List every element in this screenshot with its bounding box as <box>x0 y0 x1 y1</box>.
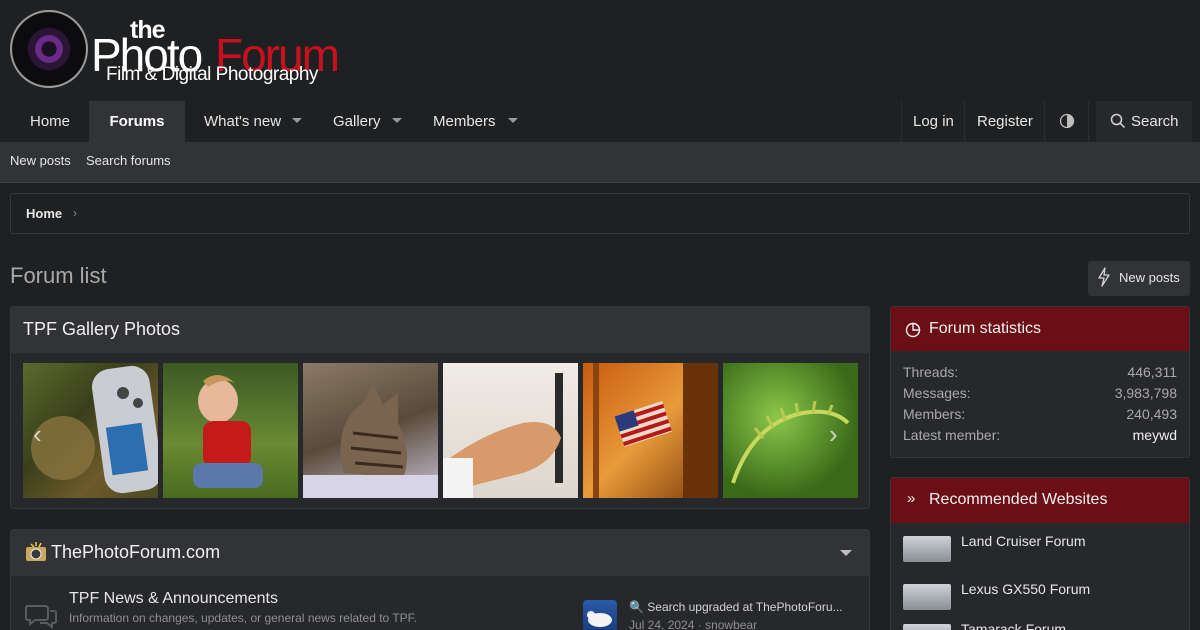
stat-row-threads: Threads: 446,311 <box>903 364 1177 380</box>
node-title[interactable]: TPF News & Announcements <box>69 590 278 608</box>
recommended-websites-block: » Recommended Websites Land Cruiser Foru… <box>890 477 1190 630</box>
stat-value: 240,493 <box>1126 406 1177 422</box>
gallery-block: TPF Gallery Photos ‹ › <box>10 306 870 509</box>
stat-row-messages: Messages: 3,983,798 <box>903 385 1177 401</box>
stat-row-latest-member: Latest member: meywd <box>903 427 1177 443</box>
page-title: Forum list <box>10 263 107 288</box>
gallery-title[interactable]: TPF Gallery Photos <box>11 307 869 353</box>
gallery-thumb-flag[interactable] <box>583 363 718 498</box>
baby-photo <box>193 374 263 488</box>
search-icon <box>1110 113 1126 129</box>
forum-statistics-header: Forum statistics <box>891 307 1189 351</box>
nav-divider <box>1088 101 1089 142</box>
category-block: ThePhotoForum.com TPF News & Announcemen… <box>10 529 870 630</box>
recommended-link-lexus[interactable]: Lexus GX550 Forum <box>961 581 1090 597</box>
new-posts-button-label: New posts <box>1119 270 1180 285</box>
stat-label: Members: <box>903 406 966 422</box>
pie-chart-icon <box>905 322 921 338</box>
camera-icon <box>26 542 46 561</box>
sub-nav-new-posts[interactable]: New posts <box>10 142 71 180</box>
site-header: the Photo Forum Film & Digital Photograp… <box>0 0 1200 101</box>
nav-tab-home[interactable]: Home <box>30 101 70 142</box>
category-header[interactable]: ThePhotoForum.com <box>11 530 869 576</box>
pen-photo <box>443 373 563 498</box>
latest-user[interactable]: snowbear <box>705 618 757 630</box>
search-label: Search <box>1131 113 1179 130</box>
nav-tab-whats-new[interactable]: What's new <box>204 101 281 142</box>
node-description: Information on changes, updates, or gene… <box>69 611 417 625</box>
gallery-next-arrow-icon[interactable]: › <box>829 419 838 450</box>
nav-divider <box>901 101 902 142</box>
login-link[interactable]: Log in <box>913 101 954 142</box>
recommended-websites-header: » Recommended Websites <box>891 478 1189 523</box>
breadcrumb-home[interactable]: Home <box>26 206 62 221</box>
forum-chat-bubbles-icon <box>25 605 57 630</box>
logo-subtitle: Film & Digital Photography <box>106 64 318 85</box>
lightning-bolt-icon <box>1098 267 1110 287</box>
collapse-chevron-down-icon[interactable] <box>840 550 852 556</box>
category-title: ThePhotoForum.com <box>51 542 221 562</box>
forum-statistics-title: Forum statistics <box>929 320 1042 337</box>
sub-nav-search-forums[interactable]: Search forums <box>86 142 171 180</box>
camera-lens-icon <box>10 10 88 88</box>
nav-divider <box>964 101 965 142</box>
gallery-thumb-cat[interactable] <box>303 363 438 498</box>
new-posts-button[interactable]: New posts <box>1088 261 1190 296</box>
main-nav: Home Forums What's new Gallery Members L… <box>0 101 1200 142</box>
cat-photo <box>303 383 438 498</box>
gallery-thumb-gps[interactable] <box>23 363 158 498</box>
recommended-link-tamarack[interactable]: Tamarack Forum <box>961 621 1066 630</box>
latest-separator: · <box>694 618 706 630</box>
stat-value: 3,983,798 <box>1114 385 1177 401</box>
latest-member-link[interactable]: meywd <box>1133 427 1177 443</box>
nav-tab-gallery[interactable]: Gallery <box>333 101 381 142</box>
whats-new-chevron-down-icon[interactable] <box>292 118 302 123</box>
forum-statistics-block: Forum statistics Threads: 446,311 Messag… <box>890 306 1190 458</box>
breadcrumb: Home › <box>10 193 1190 234</box>
nav-tab-members[interactable]: Members <box>433 101 496 142</box>
latest-meta: Jul 24, 2024 · snowbear <box>629 618 757 630</box>
search-button[interactable]: Search <box>1096 101 1192 142</box>
fern-photo <box>731 400 850 484</box>
recommended-link-land-cruiser[interactable]: Land Cruiser Forum <box>961 533 1086 549</box>
theme-toggle-icon[interactable] <box>1059 113 1075 134</box>
chevron-right-icon: › <box>73 206 77 220</box>
nav-divider <box>1044 101 1045 142</box>
gallery-thumb-baby[interactable] <box>163 363 298 498</box>
flag-photo <box>593 363 718 498</box>
gallery-chevron-down-icon[interactable] <box>392 118 402 123</box>
members-chevron-down-icon[interactable] <box>508 118 518 123</box>
gps-photo <box>31 365 158 494</box>
gallery-thumb-fern[interactable] <box>723 363 858 498</box>
stat-label: Messages: <box>903 385 971 401</box>
double-chevron-right-icon: » <box>907 490 916 507</box>
recommended-websites-title: Recommended Websites <box>929 491 1108 508</box>
latest-thread-link[interactable]: 🔍 Search upgraded at ThePhotoForu... <box>629 600 843 614</box>
stat-value: 446,311 <box>1127 364 1177 380</box>
gallery-thumb-pen[interactable] <box>443 363 578 498</box>
sub-nav: New posts Search forums <box>0 142 1200 183</box>
stat-row-members: Members: 240,493 <box>903 406 1177 422</box>
land-cruiser-thumbnail[interactable] <box>903 536 951 562</box>
lexus-thumbnail[interactable] <box>903 584 951 610</box>
site-logo[interactable]: the Photo Forum Film & Digital Photograp… <box>10 10 350 90</box>
nav-tab-forums[interactable]: Forums <box>89 101 185 142</box>
latest-date[interactable]: Jul 24, 2024 <box>629 618 694 630</box>
stat-label: Latest member: <box>903 427 1001 443</box>
polar-bear-avatar-icon <box>587 611 612 627</box>
register-link[interactable]: Register <box>977 101 1033 142</box>
tamarack-thumbnail[interactable] <box>903 624 951 630</box>
stat-label: Threads: <box>903 364 959 380</box>
latest-poster-avatar[interactable] <box>583 600 617 630</box>
gallery-prev-arrow-icon[interactable]: ‹ <box>33 419 42 450</box>
